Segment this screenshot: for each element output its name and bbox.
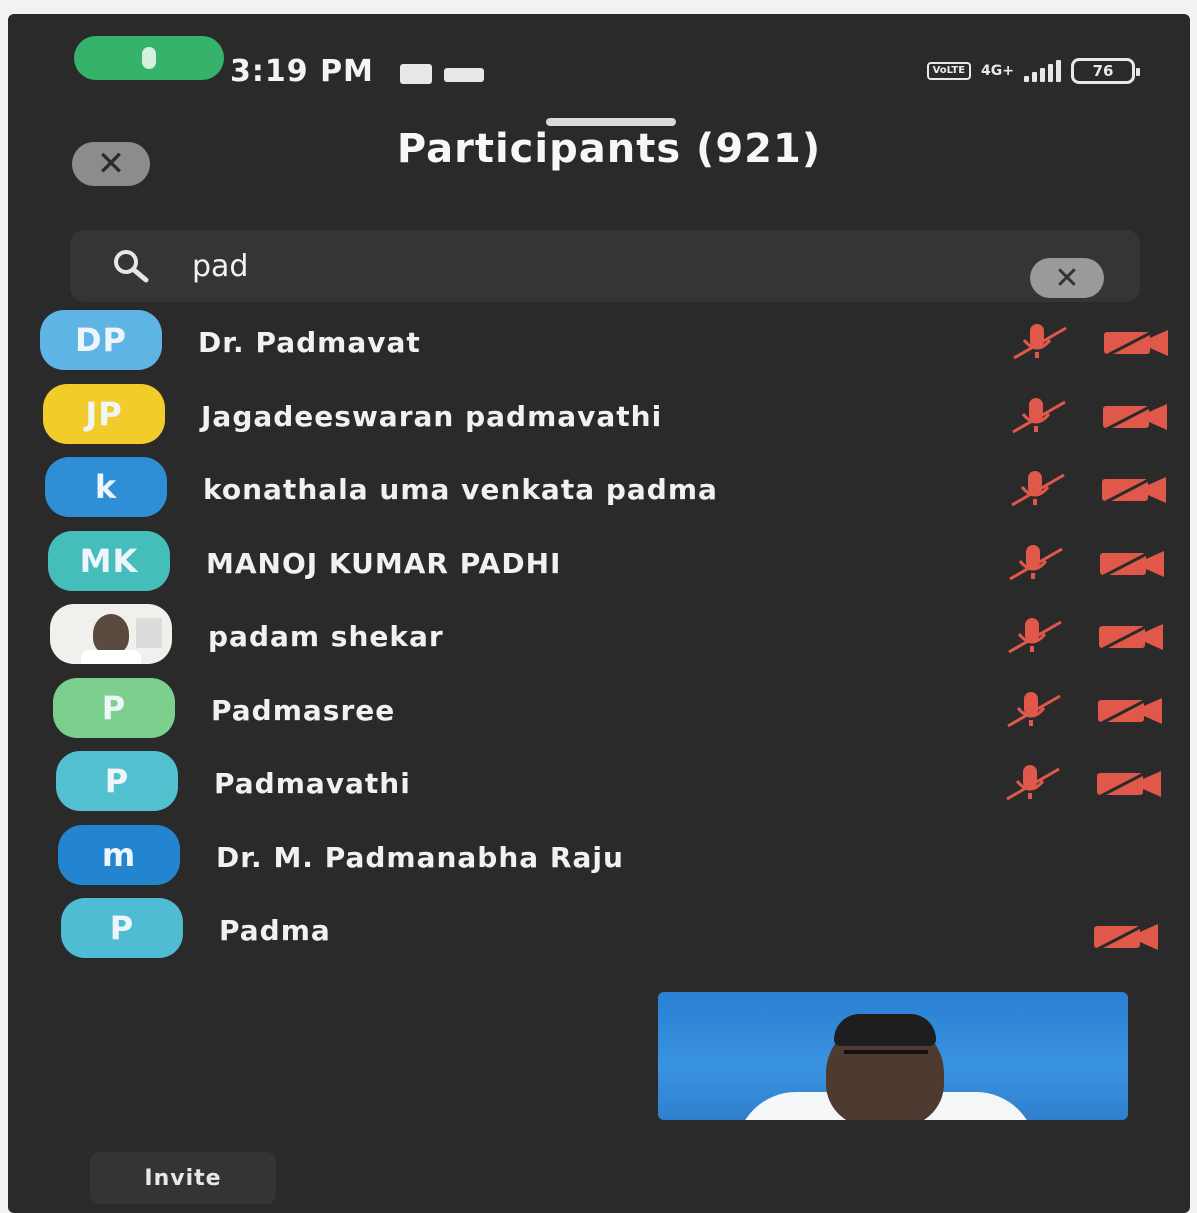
video-off-icon[interactable] <box>1102 324 1172 358</box>
search-input[interactable] <box>192 240 992 292</box>
muted-mic-icon[interactable] <box>1001 763 1061 803</box>
avatar: JP <box>43 383 165 444</box>
status-bar: 3:19 PM VoLTE 4G+ 76 <box>8 14 1190 104</box>
signal-icon <box>1024 60 1061 82</box>
phone-screen: 3:19 PM VoLTE 4G+ 76 ✕ Participants (921… <box>8 14 1190 1213</box>
participant-name: Jagadeeswaran padmavathi <box>201 399 663 433</box>
video-off-icon[interactable] <box>1101 398 1171 432</box>
participant-name: konathala uma venkata padma <box>203 473 718 506</box>
participant-name: Dr. M. Padmanabha Raju <box>216 840 624 874</box>
clear-icon: ✕ <box>1054 260 1080 296</box>
notification-icon <box>400 64 432 84</box>
participant-row[interactable]: m Dr. M. Padmanabha Raju <box>8 823 1190 897</box>
video-off-icon[interactable] <box>1097 618 1167 652</box>
search-bar[interactable]: ✕ <box>70 230 1140 302</box>
participant-name: padam shekar <box>208 620 444 653</box>
avatar-initials: P <box>101 688 127 727</box>
video-off-icon[interactable] <box>1100 471 1170 505</box>
participant-name: Padma <box>219 914 331 947</box>
muted-mic-icon[interactable] <box>1002 690 1062 730</box>
volte-badge: VoLTE <box>926 62 972 80</box>
avatar: m <box>58 824 180 885</box>
avatar: P <box>56 751 178 811</box>
avatar-initials: JP <box>85 394 123 433</box>
participant-row[interactable]: padam shekar <box>8 602 1190 676</box>
avatar: k <box>45 457 167 517</box>
page-title: Participants (921) <box>396 126 822 172</box>
avatar-initials: m <box>101 835 137 874</box>
sheet-drag-handle[interactable] <box>546 118 676 126</box>
muted-mic-icon[interactable] <box>1004 543 1064 583</box>
participant-row[interactable]: P Padmasree <box>8 676 1190 750</box>
avatar: P <box>61 898 183 958</box>
self-video-preview[interactable] <box>658 992 1128 1120</box>
video-recording-icon <box>444 68 484 82</box>
participant-name: Padmasree <box>211 693 396 727</box>
battery-level: 76 <box>1092 62 1114 80</box>
video-off-icon[interactable] <box>1092 918 1162 952</box>
participant-name: Padmavathi <box>214 767 411 800</box>
avatar <box>50 604 172 664</box>
participant-row[interactable]: k konathala uma venkata padma <box>8 455 1190 529</box>
clear-search-button[interactable]: ✕ <box>1030 258 1104 298</box>
video-off-icon[interactable] <box>1096 692 1166 726</box>
muted-mic-icon[interactable] <box>1006 469 1066 509</box>
participant-row[interactable]: MK MANOJ KUMAR PADHI <box>8 529 1190 603</box>
participant-name: MANOJ KUMAR PADHI <box>206 546 562 580</box>
muted-mic-icon[interactable] <box>1003 616 1063 656</box>
active-mic-indicator[interactable] <box>74 36 224 80</box>
participant-row[interactable]: P Padma <box>8 896 1190 970</box>
avatar: MK <box>48 530 170 591</box>
battery-icon: 76 <box>1071 58 1140 84</box>
muted-mic-icon[interactable] <box>1007 396 1067 436</box>
avatar-initials: P <box>104 762 130 800</box>
participant-row[interactable]: P Padmavathi <box>8 749 1190 823</box>
mic-icon <box>142 47 156 69</box>
participant-row[interactable]: JP Jagadeeswaran padmavathi <box>8 382 1190 456</box>
avatar-initials: MK <box>79 541 139 580</box>
status-right: VoLTE 4G+ 76 <box>926 58 1140 84</box>
muted-mic-icon[interactable] <box>1008 322 1068 362</box>
status-time: 3:19 PM <box>230 54 374 89</box>
invite-button[interactable]: Invite <box>90 1152 276 1204</box>
search-icon <box>114 250 149 283</box>
avatar-initials: P <box>109 909 135 947</box>
participant-name: Dr. Padmavat <box>198 326 421 359</box>
network-type: 4G+ <box>981 63 1014 79</box>
avatar-initials: DP <box>74 321 127 359</box>
video-off-icon[interactable] <box>1095 765 1165 799</box>
avatar: DP <box>40 310 162 370</box>
avatar-initials: k <box>94 468 118 506</box>
video-off-icon[interactable] <box>1098 545 1168 579</box>
avatar: P <box>53 677 175 738</box>
participant-row[interactable]: DP Dr. Padmavat <box>8 308 1190 382</box>
